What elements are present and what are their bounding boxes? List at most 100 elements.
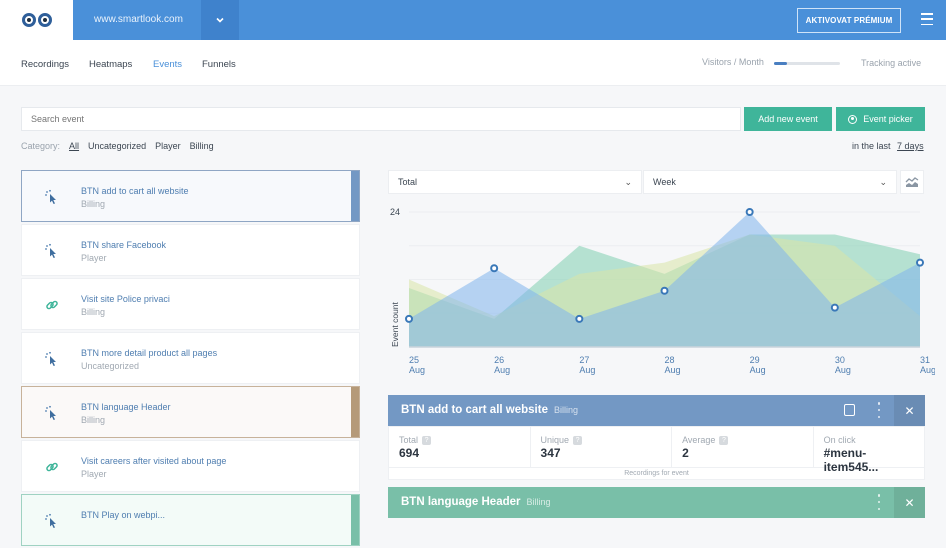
event-detail-card: BTN language Header Billing ✕ <box>388 487 925 518</box>
selection-color-stripe <box>351 495 359 545</box>
events-area-chart: 24Event count25Aug26Aug27Aug28Aug29Aug30… <box>390 207 935 375</box>
y-tick-label: 24 <box>390 207 400 217</box>
y-axis-label: Event count <box>390 301 400 347</box>
x-tick-label-month: Aug <box>835 365 851 375</box>
category-billing[interactable]: Billing <box>190 141 214 151</box>
event-card-title: BTN language Header <box>401 496 521 508</box>
period-select-value: Week <box>653 177 676 187</box>
tab-events[interactable]: Events <box>153 59 182 70</box>
event-card-title: BTN add to cart all website <box>401 404 548 416</box>
visitors-usage-bar <box>774 62 840 65</box>
stat-value: 347 <box>540 446 561 460</box>
category-filter: Category: All Uncategorized Player Billi… <box>21 141 214 151</box>
x-tick-label-month: Aug <box>579 365 595 375</box>
event-detail-card: BTN add to cart all website Billing ✕ Tot… <box>388 395 925 480</box>
data-point[interactable] <box>575 314 584 323</box>
event-list: BTN add to cart all website Billing BTN sh… <box>21 170 360 548</box>
event-list-item[interactable]: BTN language Header Billing <box>21 386 360 438</box>
range-selector[interactable]: 7 days <box>897 141 924 151</box>
chevron-down-icon <box>216 17 224 23</box>
data-point[interactable] <box>916 258 924 267</box>
data-point[interactable] <box>405 314 413 323</box>
activate-premium-button[interactable]: AKTIVOVAT PRÉMIUM <box>797 8 901 33</box>
stat-label: Average <box>682 435 716 445</box>
visitors-month-label: Visitors / Month <box>702 57 764 67</box>
help-icon[interactable]: ? <box>422 436 432 445</box>
stat-value: #menu-item545... <box>823 446 879 474</box>
notes-icon[interactable] <box>844 404 855 416</box>
event-category: Uncategorized <box>81 361 140 371</box>
close-icon: ✕ <box>904 495 915 510</box>
x-tick-label-day: 26 <box>494 355 504 365</box>
tab-heatmaps[interactable]: Heatmaps <box>89 59 132 70</box>
data-point[interactable] <box>745 208 754 216</box>
cursor-click-icon <box>44 351 60 367</box>
category-uncategorized[interactable]: Uncategorized <box>88 141 146 151</box>
x-tick-label-day: 30 <box>835 355 845 365</box>
event-title: BTN share Facebook <box>81 240 167 250</box>
smartlook-logo[interactable] <box>0 0 73 40</box>
event-card-header: BTN add to cart all website Billing ✕ <box>388 395 925 426</box>
visitors-usage-fill <box>774 62 788 65</box>
search-event-input[interactable] <box>21 107 741 131</box>
x-tick-label-month: Aug <box>409 365 425 375</box>
category-all[interactable]: All <box>69 141 79 151</box>
metric-select[interactable]: Total ⌄ <box>388 170 642 194</box>
site-selector[interactable]: www.smartlook.com <box>94 0 183 40</box>
link-icon <box>44 459 60 475</box>
hamburger-menu-icon[interactable] <box>921 13 933 25</box>
event-list-item[interactable]: BTN more detail product all pages Uncateg… <box>21 332 360 384</box>
chevron-down-icon: ⌄ <box>624 177 632 187</box>
event-category: Player <box>81 253 107 263</box>
x-tick-label-month: Aug <box>920 365 935 375</box>
event-list-item[interactable]: BTN share Facebook Player <box>21 224 360 276</box>
close-card-button[interactable]: ✕ <box>894 395 925 426</box>
selection-color-stripe <box>351 171 359 221</box>
event-picker-button[interactable]: Event picker <box>836 107 925 131</box>
event-list-item[interactable]: Visit site Police privaci Billing <box>21 278 360 330</box>
event-title: Visit site Police privaci <box>81 294 170 304</box>
top-bar: www.smartlook.com AKTIVOVAT PRÉMIUM <box>0 0 946 40</box>
more-options-icon[interactable] <box>877 402 881 418</box>
tab-funnels[interactable]: Funnels <box>202 59 236 70</box>
close-icon: ✕ <box>904 403 915 418</box>
event-category: Player <box>81 469 107 479</box>
category-player[interactable]: Player <box>155 141 181 151</box>
x-tick-label-day: 27 <box>579 355 589 365</box>
link-icon <box>44 297 60 313</box>
help-icon[interactable]: ? <box>573 436 583 445</box>
event-card-header: BTN language Header Billing ✕ <box>388 487 925 518</box>
area-chart-icon <box>905 177 919 187</box>
stat-label: Unique <box>540 435 570 445</box>
tab-recordings[interactable]: Recordings <box>21 59 69 70</box>
data-point[interactable] <box>490 264 499 273</box>
event-list-item[interactable]: Visit careers after visited about page Pl… <box>21 440 360 492</box>
x-tick-label-month: Aug <box>665 365 681 375</box>
x-tick-label-month: Aug <box>750 365 766 375</box>
event-list-item[interactable]: BTN Play on webpi... <box>21 494 360 546</box>
data-point[interactable] <box>660 286 669 295</box>
add-new-event-button[interactable]: Add new event <box>744 107 832 131</box>
logo-eye-icon <box>37 13 52 27</box>
close-card-button[interactable]: ✕ <box>894 487 925 518</box>
event-title: Visit careers after visited about page <box>81 456 227 466</box>
event-category: Billing <box>81 307 106 317</box>
event-picker-label: Event picker <box>863 114 913 124</box>
stat-unique: Unique? 347 <box>531 427 673 467</box>
more-options-icon[interactable] <box>877 494 881 510</box>
date-range: in the last 7 days <box>852 141 924 151</box>
x-tick-label-month: Aug <box>494 365 510 375</box>
event-list-item[interactable]: BTN add to cart all website Billing <box>21 170 360 222</box>
help-icon[interactable]: ? <box>719 436 729 445</box>
cursor-click-icon <box>44 513 60 529</box>
main-nav: Recordings Heatmaps Events Funnels Visit… <box>0 40 946 86</box>
period-select[interactable]: Week ⌄ <box>643 170 897 194</box>
data-point[interactable] <box>830 303 839 312</box>
range-prefix: in the last <box>852 141 891 151</box>
stat-label: On click <box>823 435 856 445</box>
chart-type-toggle[interactable] <box>900 170 924 194</box>
cursor-click-icon <box>44 243 60 259</box>
event-category: Billing <box>81 199 106 209</box>
event-category: Billing <box>81 415 106 425</box>
site-dropdown-button[interactable] <box>201 0 239 40</box>
